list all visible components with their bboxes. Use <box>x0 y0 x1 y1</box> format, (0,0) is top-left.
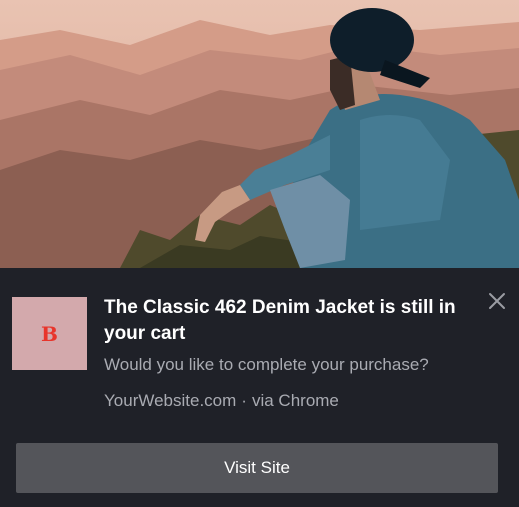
logo-letter: B <box>41 321 58 346</box>
source-separator: · <box>241 391 247 410</box>
notification-title: The Classic 462 Denim Jacket is still in… <box>104 297 456 344</box>
notification-message: Would you like to complete your purchase… <box>104 355 429 374</box>
notification-source: YourWebsite.com · via Chrome <box>104 390 484 412</box>
site-logo: B <box>12 297 87 370</box>
close-icon[interactable] <box>486 290 508 312</box>
visit-site-button[interactable]: Visit Site <box>16 443 498 493</box>
source-site: YourWebsite.com <box>104 391 237 410</box>
hero-image <box>0 0 519 268</box>
source-browser: via Chrome <box>251 391 339 410</box>
